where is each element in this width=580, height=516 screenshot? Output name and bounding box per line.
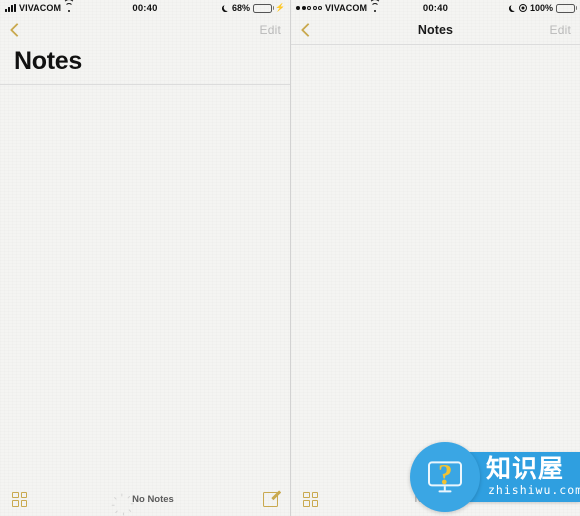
edit-button[interactable]: Edit bbox=[260, 23, 281, 37]
compose-note-icon[interactable] bbox=[263, 489, 281, 507]
left-title-separator bbox=[0, 83, 290, 85]
left-toolbar-status: No Notes bbox=[0, 493, 290, 516]
right-bottom-toolbar: No Notes bbox=[291, 482, 580, 516]
right-nav-separator bbox=[291, 44, 580, 45]
grid-view-icon[interactable] bbox=[303, 491, 318, 507]
left-nav-bar: Edit bbox=[0, 16, 290, 44]
dual-screenshot-comparison: VIVACOM 00:40 68% ⚡ Edit Notes No Notes … bbox=[0, 0, 580, 516]
left-bottom-toolbar: No Notes bbox=[0, 482, 290, 516]
right-nav-bar: Notes Edit bbox=[291, 16, 580, 44]
left-status-right-group: 68% ⚡ bbox=[222, 3, 285, 13]
battery-percent-label: 100% bbox=[529, 3, 553, 13]
no-notes-label: No Notes bbox=[132, 493, 174, 505]
battery-percent-label: 68% bbox=[232, 3, 251, 13]
right-screenshot-panel: VIVACOM 00:40 100% Notes Edit No Notes ?… bbox=[290, 0, 580, 516]
back-button[interactable] bbox=[9, 24, 22, 37]
watermark-brand-cn: 知识屋 bbox=[486, 454, 565, 483]
moon-icon bbox=[221, 3, 231, 13]
left-screenshot-panel: VIVACOM 00:40 68% ⚡ Edit Notes No Notes bbox=[0, 0, 290, 516]
loading-spinner-icon bbox=[111, 493, 134, 516]
battery-icon bbox=[556, 3, 575, 13]
left-large-title-wrap: Notes bbox=[0, 44, 290, 84]
edit-button[interactable]: Edit bbox=[550, 23, 571, 37]
bolt-icon: ⚡ bbox=[275, 3, 285, 12]
left-status-bar: VIVACOM 00:40 68% ⚡ bbox=[0, 0, 290, 16]
battery-icon bbox=[253, 3, 273, 13]
moon-icon bbox=[508, 3, 518, 13]
page-title: Notes bbox=[14, 47, 82, 75]
alarm-icon bbox=[518, 4, 527, 12]
grid-view-icon[interactable] bbox=[12, 491, 27, 507]
no-notes-label: No Notes bbox=[414, 493, 457, 505]
right-nav-title: Notes bbox=[417, 23, 454, 37]
right-toolbar-status: No Notes bbox=[291, 494, 580, 505]
right-status-bar: VIVACOM 00:40 100% bbox=[291, 0, 580, 16]
right-status-right-group: 100% bbox=[509, 3, 575, 13]
